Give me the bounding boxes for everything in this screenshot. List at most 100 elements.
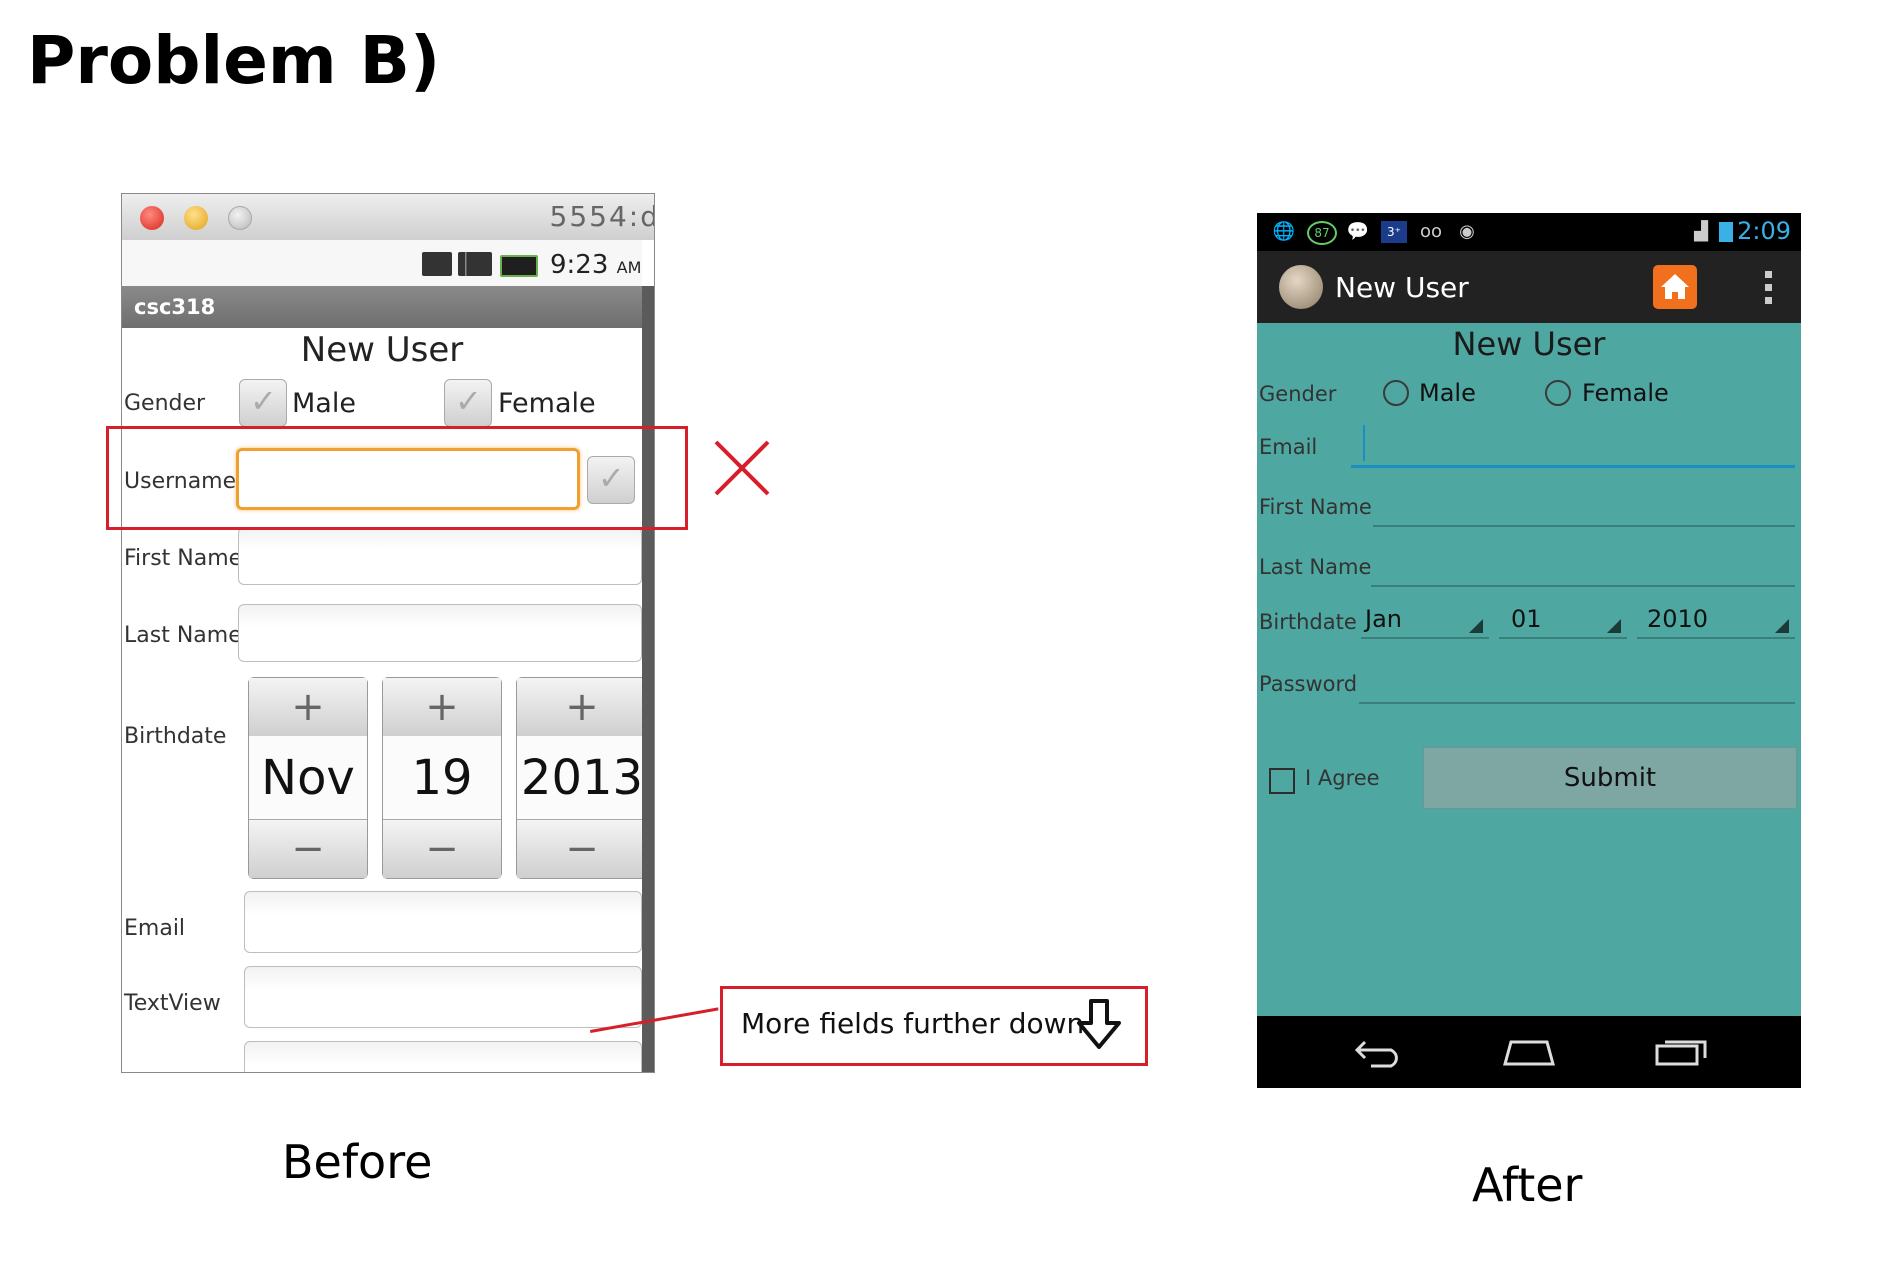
email-input[interactable] — [1351, 465, 1795, 468]
before-heading: New User — [300, 330, 464, 370]
gender-label: Gender — [1259, 382, 1337, 406]
female-label: Female — [1582, 379, 1669, 407]
username-highlight-box — [106, 426, 688, 530]
birthdate-label: Birthdate — [124, 724, 227, 749]
page-title: Problem B) — [27, 22, 441, 99]
month-underline — [1361, 637, 1489, 639]
female-checkbox[interactable] — [444, 379, 492, 427]
textview-label: TextView — [124, 991, 221, 1016]
after-status-time: 2:09 — [1737, 217, 1791, 245]
recent-apps-icon[interactable] — [1653, 1036, 1709, 1068]
year-value: 2013 — [517, 736, 647, 820]
arrow-down-icon — [1077, 999, 1121, 1049]
month-value: Nov — [249, 736, 367, 820]
email-label: Email — [124, 916, 186, 941]
battery-percent-icon: 87 — [1307, 221, 1337, 245]
before-status-time: 9:23 AM — [550, 250, 642, 280]
password-label: Password — [1259, 672, 1358, 696]
submit-button[interactable]: Submit — [1423, 747, 1797, 809]
day-dropdown[interactable]: 01 — [1499, 603, 1627, 639]
birthdate-label: Birthdate — [1259, 610, 1357, 634]
battery-icon — [1719, 222, 1733, 242]
actionbar-title: New User — [1335, 271, 1469, 304]
signal-icon: ▟ — [1694, 221, 1708, 242]
voicemail-icon: oo — [1419, 221, 1443, 242]
day-underline — [1499, 637, 1627, 639]
after-status-bar: 🌐 87 💬 3⁺ oo ◉ ▟ 2:09 — [1257, 213, 1801, 251]
chat-icon: 💬 — [1346, 221, 1370, 242]
globe-icon: 🌐 — [1272, 221, 1296, 242]
android-icon: ◉ — [1459, 221, 1475, 242]
first-name-input[interactable] — [238, 527, 642, 585]
female-label: Female — [498, 388, 596, 419]
email-label: Email — [1259, 435, 1318, 459]
zoom-window-button[interactable] — [228, 206, 252, 230]
reject-x-icon — [714, 440, 770, 496]
before-app-titlebar: csc318 — [122, 286, 642, 328]
day-spinner: + 19 − — [382, 677, 502, 879]
android-nav-bar — [1257, 1016, 1801, 1088]
month-value: Jan — [1365, 605, 1402, 633]
app-logo-icon[interactable] — [1279, 265, 1323, 309]
after-phone-screen: 🌐 87 💬 3⁺ oo ◉ ▟ 2:09 New User New User … — [1257, 213, 1801, 1088]
year-dropdown[interactable]: 2010 — [1637, 603, 1795, 639]
month-spinner: + Nov − — [248, 677, 368, 879]
dropdown-triangle-icon — [1469, 619, 1483, 633]
female-radio[interactable] — [1545, 380, 1571, 406]
day-decrement-button[interactable]: − — [383, 819, 501, 878]
more-fields-note-text: More fields further down — [741, 1007, 1085, 1040]
close-window-button[interactable] — [140, 206, 164, 230]
male-label: Male — [1419, 379, 1476, 407]
month-dropdown[interactable]: Jan — [1361, 603, 1489, 639]
emulator-titlebar: 5554:d — [122, 194, 654, 240]
year-value: 2010 — [1647, 605, 1709, 633]
male-label: Male — [292, 388, 356, 419]
agree-checkbox[interactable] — [1269, 768, 1295, 794]
after-heading: New User — [1452, 325, 1606, 363]
male-radio[interactable] — [1383, 380, 1409, 406]
minimize-window-button[interactable] — [184, 206, 208, 230]
year-decrement-button[interactable]: − — [517, 819, 647, 878]
day-value: 01 — [1511, 605, 1542, 633]
day-increment-button[interactable]: + — [383, 678, 501, 737]
signal-icon — [458, 252, 492, 276]
agree-label: I Agree — [1305, 766, 1380, 790]
day-value: 19 — [383, 736, 501, 820]
textview-input[interactable] — [244, 966, 642, 1028]
overflow-menu-icon[interactable] — [1765, 271, 1773, 305]
next-input-partial[interactable] — [244, 1041, 642, 1072]
before-caption: Before — [282, 1135, 433, 1189]
last-name-label: Last Name — [1259, 555, 1372, 579]
year-spinner: + 2013 − — [516, 677, 648, 879]
email-text-cursor — [1363, 425, 1365, 461]
last-name-input[interactable] — [238, 604, 642, 662]
emulator-port: 5554:d — [549, 200, 655, 233]
before-emulator-window: 5554:d 9:23 AM csc318 New User Gender Ma… — [121, 193, 655, 1073]
email-input[interactable] — [244, 891, 642, 953]
emulator-frame-edge — [642, 286, 654, 1072]
home-nav-icon[interactable] — [1501, 1036, 1557, 1068]
after-action-bar: New User — [1257, 251, 1801, 323]
dropdown-triangle-icon — [1607, 619, 1621, 633]
dropdown-triangle-icon — [1775, 619, 1789, 633]
male-checkbox[interactable] — [239, 379, 287, 427]
year-increment-button[interactable]: + — [517, 678, 647, 737]
home-icon[interactable] — [1653, 265, 1697, 309]
year-underline — [1637, 637, 1795, 639]
first-name-input[interactable] — [1373, 525, 1795, 527]
first-name-label: First Name — [1259, 495, 1372, 519]
back-icon[interactable] — [1353, 1036, 1405, 1068]
last-name-input[interactable] — [1371, 585, 1795, 587]
first-name-label: First Name — [124, 546, 243, 571]
month-increment-button[interactable]: + — [249, 678, 367, 737]
password-input[interactable] — [1359, 702, 1795, 704]
battery-icon — [500, 255, 538, 277]
network-3g-icon — [422, 252, 452, 276]
notification-icon: 3⁺ — [1381, 221, 1407, 243]
month-decrement-button[interactable]: − — [249, 819, 367, 878]
app-name: csc318 — [134, 295, 216, 319]
gender-label: Gender — [124, 391, 206, 416]
last-name-label: Last Name — [124, 623, 242, 648]
before-status-bar: 9:23 AM — [122, 240, 642, 287]
more-fields-note: More fields further down — [720, 986, 1148, 1066]
